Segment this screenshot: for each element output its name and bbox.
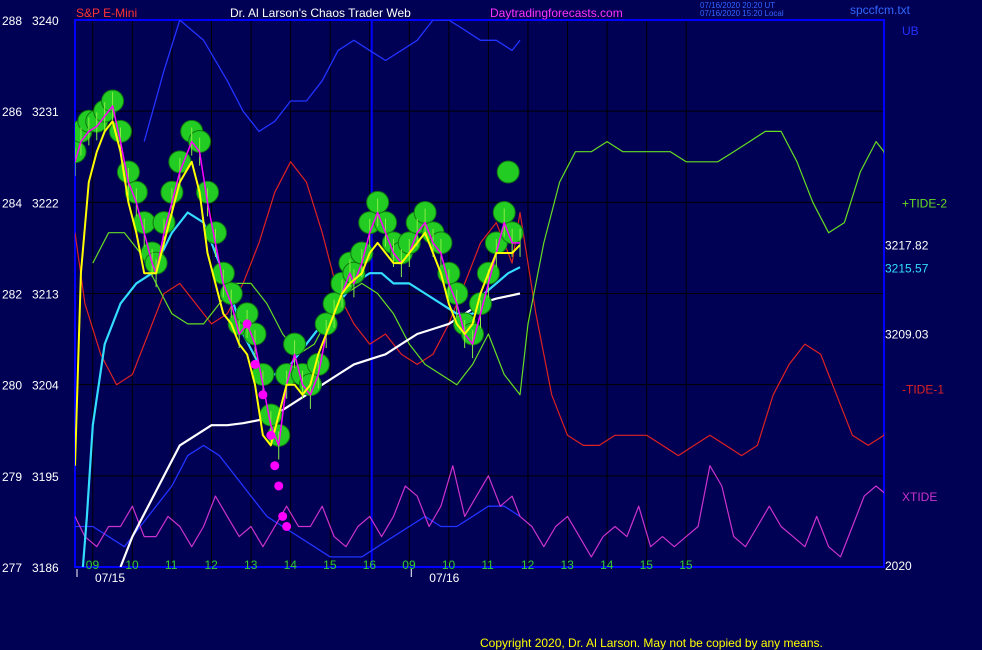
x-tick-label: 13 [244, 558, 258, 572]
right-label: 2020 [885, 559, 912, 573]
right-label: 3209.03 [885, 328, 929, 342]
x-tick-label: 12 [204, 558, 218, 572]
y-tick-price: 3222 [32, 196, 59, 210]
right-label: -TIDE-1 [902, 383, 944, 397]
magenta-marker [242, 319, 252, 329]
x-tick-label: 15 [679, 558, 693, 572]
date-label: 07/15 [95, 571, 125, 585]
copyright: Copyright 2020, Dr. Al Larson. May not b… [480, 636, 823, 650]
symbol-label: S&P E-Mini [76, 6, 137, 20]
y-tick-price: 3213 [32, 288, 59, 302]
x-tick-label: 09 [402, 558, 416, 572]
x-tick-label: 09 [86, 558, 100, 572]
y-tick-price: 3240 [32, 14, 59, 28]
magenta-marker [250, 359, 260, 369]
y-tick-price: 3231 [32, 105, 59, 119]
y-tick-angle: 284 [2, 196, 22, 210]
y-tick-angle: 286 [2, 105, 22, 119]
file-label: spccfcm.txt [850, 3, 911, 17]
x-tick-label: 11 [165, 558, 178, 572]
date-label: 07/16 [429, 571, 459, 585]
right-label: +TIDE-2 [902, 196, 947, 210]
right-label: 3217.82 [885, 239, 929, 253]
y-tick-angle: 280 [2, 379, 22, 393]
magenta-marker [258, 390, 268, 400]
y-tick-price: 3204 [32, 379, 59, 393]
right-label: UB [902, 24, 919, 38]
y-tick-angle: 277 [2, 561, 22, 575]
chart-title: Dr. Al Larson's Chaos Trader Web [230, 6, 411, 20]
y-tick-price: 3195 [32, 470, 59, 484]
y-tick-angle: 288 [2, 14, 22, 28]
magenta-marker [274, 481, 284, 491]
y-tick-price: 3186 [32, 561, 59, 575]
magenta-marker [282, 521, 292, 531]
x-tick-label: 10 [125, 558, 139, 572]
right-label: 3215.57 [885, 261, 929, 275]
magenta-marker [278, 511, 288, 521]
green-marker [496, 160, 520, 184]
x-tick-label: 11 [481, 558, 494, 572]
magenta-marker [270, 461, 280, 471]
x-tick-label: 13 [561, 558, 575, 572]
x-tick-label: 16 [363, 558, 377, 572]
y-tick-angle: 279 [2, 470, 22, 484]
x-tick-label: 10 [442, 558, 456, 572]
time-local: 07/16/2020 15:20 Local [700, 9, 784, 18]
chaos-trader-chart: 288 3240 286 3231 284 3222 282 3213 280 3204 279 31… [0, 0, 982, 650]
x-tick-label: 14 [284, 558, 298, 572]
right-label: XTIDE [902, 490, 937, 504]
magenta-marker [266, 430, 276, 440]
x-tick-label: 15 [640, 558, 654, 572]
y-tick-angle: 282 [2, 288, 22, 302]
x-tick-label: 15 [323, 558, 337, 572]
x-tick-label: 14 [600, 558, 614, 572]
site-label: Daytradingforecasts.com [490, 6, 623, 20]
x-tick-label: 12 [521, 558, 535, 572]
